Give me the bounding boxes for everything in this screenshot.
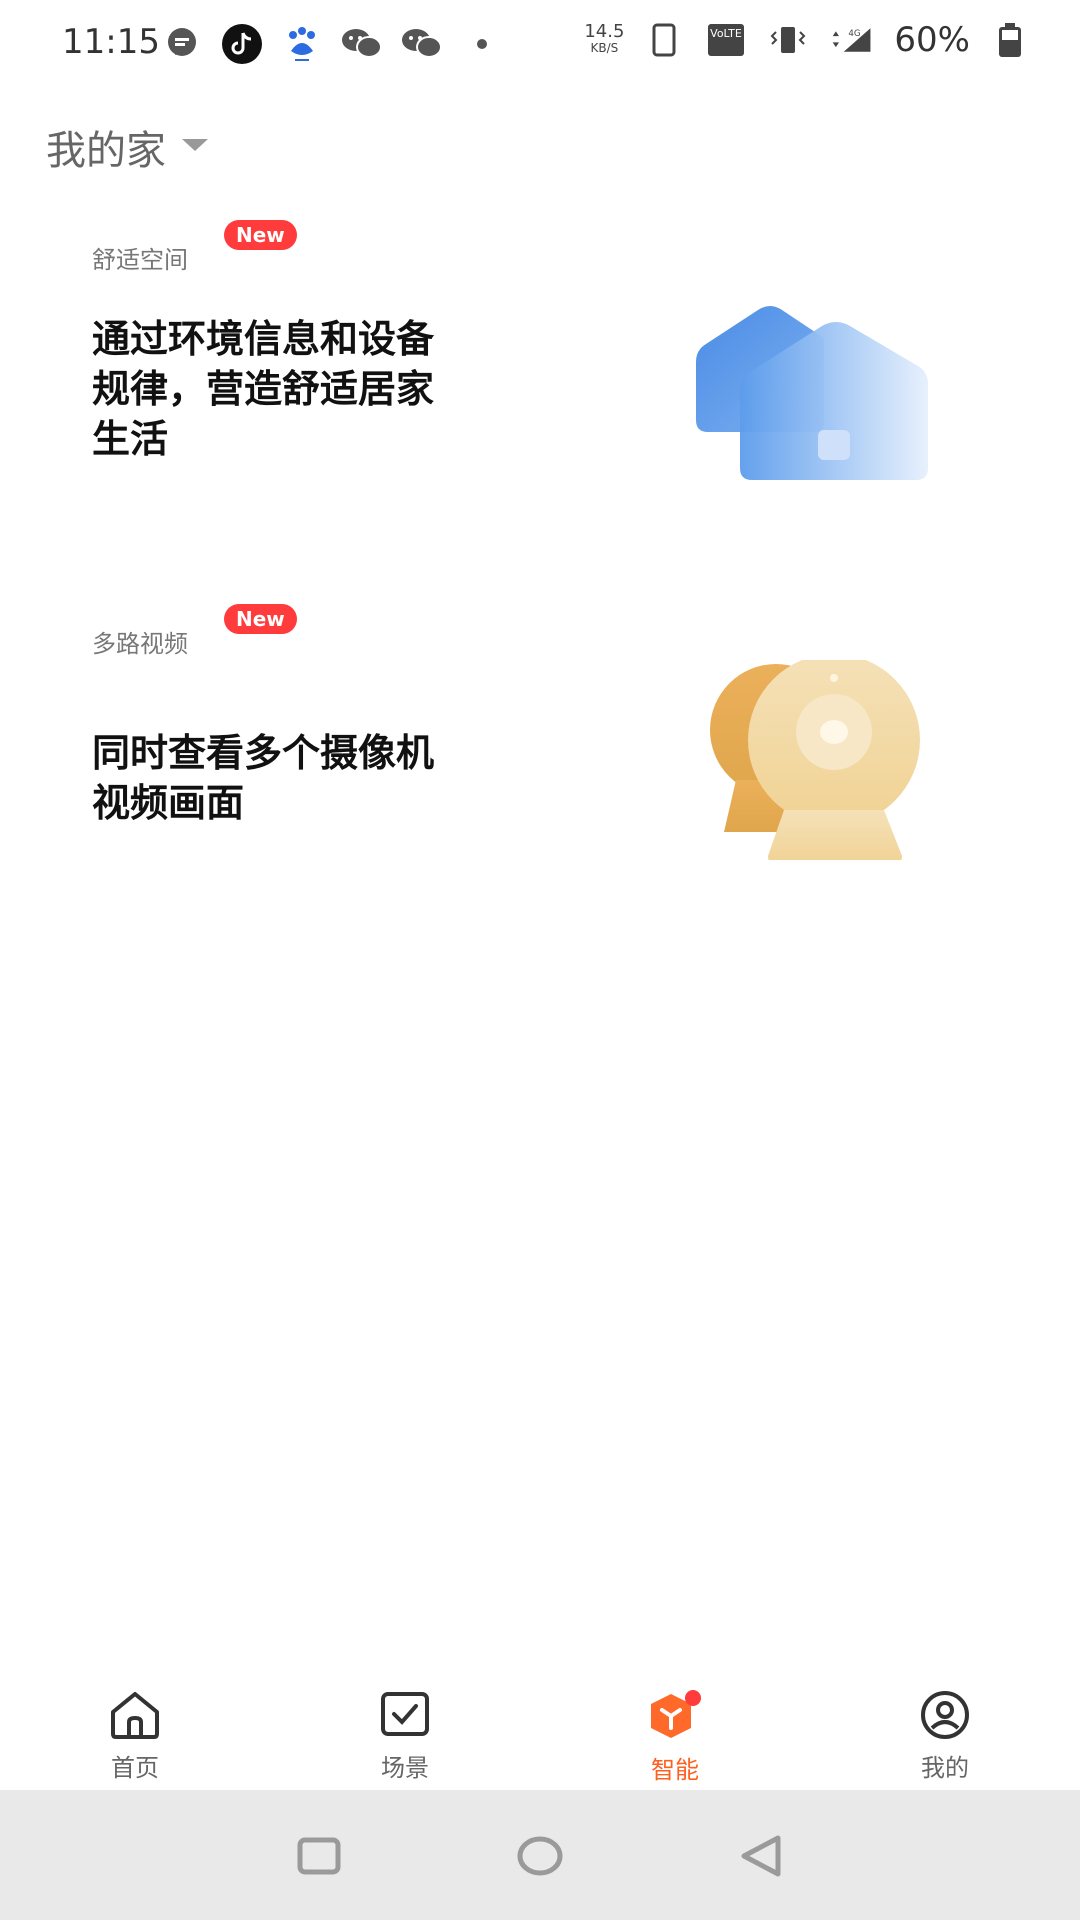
chevron-down-icon <box>180 137 210 157</box>
notification-icons <box>160 22 504 66</box>
network-speed: 14.5 KB/S <box>584 21 625 56</box>
feature-card-multi-video[interactable]: 多路视频 New 同时查看多个摄像机 视频画面 <box>92 604 992 866</box>
tab-label: 首页 <box>111 1754 159 1782</box>
signal-4g-icon: 4G <box>828 18 872 62</box>
baidu-icon <box>280 22 324 66</box>
home-circle-icon[interactable] <box>516 1834 564 1882</box>
battery-percent: 60% <box>894 20 970 60</box>
card-tag: 舒适空间 <box>92 246 188 274</box>
system-nav-bar <box>0 1790 1080 1920</box>
bottom-nav: 首页 场景 智能 我的 <box>0 1680 1080 1790</box>
status-bar: 11:15 14.5 KB/S VoLTE 4G 60% <box>0 0 1080 90</box>
back-triangle-icon[interactable] <box>738 1834 784 1882</box>
tiktok-icon <box>220 22 264 66</box>
message-icon <box>160 22 204 66</box>
profile-icon <box>917 1690 973 1744</box>
smart-icon <box>643 1690 707 1746</box>
camera-illustration <box>710 654 950 866</box>
home-selector[interactable]: 我的家 <box>46 118 210 176</box>
tab-smart[interactable]: 智能 <box>540 1680 810 1790</box>
comfort-house-illustration <box>692 292 942 496</box>
net-speed-value: 14.5 <box>584 21 625 42</box>
new-badge: New <box>224 220 297 250</box>
volte-text: VoLTE <box>711 27 743 40</box>
recents-square-icon[interactable] <box>296 1836 342 1880</box>
phone-icon <box>642 18 686 62</box>
wechat-icon <box>400 22 444 66</box>
network-type: 4G <box>849 29 861 39</box>
notification-dot-icon <box>685 1690 701 1706</box>
tab-label: 我的 <box>921 1754 969 1782</box>
home-icon <box>107 1690 163 1744</box>
more-notifications-dot-icon <box>460 22 504 66</box>
tab-home[interactable]: 首页 <box>0 1680 270 1790</box>
card-tag: 多路视频 <box>92 630 188 658</box>
status-time: 11:15 <box>62 22 160 62</box>
vibrate-icon <box>766 18 810 62</box>
tab-label: 智能 <box>651 1756 699 1784</box>
tab-scenes[interactable]: 场景 <box>270 1680 540 1790</box>
feature-card-comfort[interactable]: 舒适空间 New 通过环境信息和设备 规律，营造舒适居家 生活 <box>92 220 992 520</box>
status-right: 14.5 KB/S VoLTE 4G 60% <box>584 18 1032 62</box>
volte-icon: VoLTE <box>704 18 748 62</box>
checkbox-icon <box>377 1690 433 1744</box>
home-name: 我的家 <box>46 128 166 174</box>
tab-profile[interactable]: 我的 <box>810 1680 1080 1790</box>
new-badge: New <box>224 604 297 634</box>
net-speed-unit: KB/S <box>590 41 619 55</box>
wechat-icon <box>340 22 384 66</box>
tab-label: 场景 <box>381 1754 429 1782</box>
battery-icon <box>988 18 1032 62</box>
